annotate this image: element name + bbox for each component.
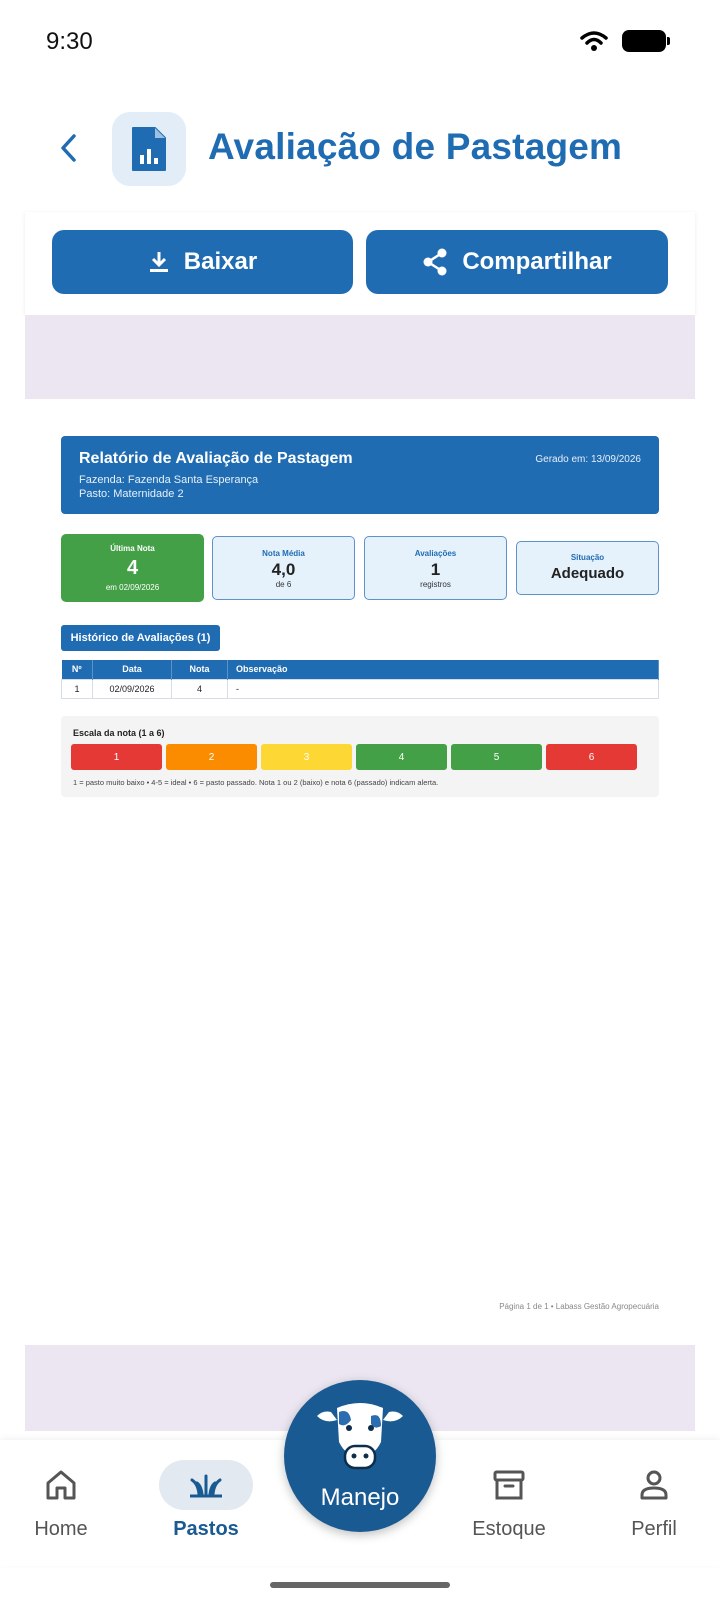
download-icon	[149, 252, 168, 272]
report-footer: Página 1 de 1 • Labass Gestão Agropecuár…	[499, 1302, 659, 1311]
nav-home[interactable]: Home	[0, 1460, 126, 1541]
nav-perfil-label: Perfil	[631, 1518, 677, 1540]
cell-observation: -	[227, 678, 659, 699]
archive-box-icon	[493, 1470, 525, 1500]
nav-estoque-label: Estoque	[472, 1518, 546, 1540]
share-icon	[423, 248, 447, 276]
back-button[interactable]	[50, 128, 86, 168]
stat-count-sub: registros	[420, 580, 451, 589]
report-file-icon	[132, 127, 166, 171]
report-pasture: Pasto: Maternidade 2	[79, 488, 184, 500]
person-icon	[640, 1470, 668, 1500]
wifi-icon	[580, 31, 608, 51]
stat-status-label: Situação	[570, 553, 605, 562]
status-time: 9:30	[46, 28, 93, 55]
scale-cell-6: 6	[546, 744, 637, 770]
manejo-button[interactable]: Manejo	[284, 1380, 436, 1532]
score-scale: Escala da nota (1 a 6) 123456 1 = pasto …	[61, 716, 659, 797]
stat-average-value: 4,0	[271, 560, 296, 579]
nav-home-label: Home	[34, 1518, 88, 1540]
scale-cell-1: 1	[71, 744, 162, 770]
stat-average: Nota Média 4,0 de 6	[212, 536, 355, 600]
stat-count-label: Avaliações	[414, 549, 457, 558]
battery-icon	[622, 30, 670, 52]
home-icon	[46, 1470, 76, 1500]
manejo-label: Manejo	[320, 1484, 400, 1511]
nav-perfil[interactable]: Perfil	[589, 1460, 719, 1541]
table-header-row: Nº Data Nota Observação	[61, 660, 659, 679]
stat-status: Situação Adequado	[516, 541, 659, 595]
stat-last-sub: em 02/09/2026	[105, 583, 160, 592]
grass-icon	[190, 1474, 222, 1498]
report-title: Relatório de Avaliação de Pastagem	[79, 450, 353, 467]
cell-number: 1	[61, 678, 93, 699]
report-badge	[112, 112, 186, 186]
col-header-score: Nota	[171, 660, 228, 679]
stat-last-score: Última Nota 4 em 02/09/2026	[61, 534, 204, 602]
download-button[interactable]: Baixar	[52, 230, 353, 294]
pdf-viewer-top-band	[25, 315, 695, 399]
status-icons	[580, 30, 670, 52]
nav-pastos[interactable]: Pastos	[141, 1460, 271, 1541]
scale-cell-3: 3	[261, 744, 352, 770]
scale-cell-2: 2	[166, 744, 257, 770]
report-header: Relatório de Avaliação de Pastagem Gerad…	[61, 436, 659, 514]
cell-score: 4	[171, 678, 228, 699]
scale-cell-4: 4	[356, 744, 447, 770]
nav-pastos-label: Pastos	[173, 1518, 239, 1540]
stat-last-value: 4	[126, 557, 139, 579]
history-title: Histórico de Avaliações (1)	[61, 625, 220, 651]
nav-estoque[interactable]: Estoque	[444, 1460, 574, 1541]
col-header-observation: Observação	[227, 660, 659, 679]
history-table: Nº Data Nota Observação 1 02/09/2026 4 -	[61, 660, 659, 699]
chevron-left-icon	[61, 134, 76, 162]
report-generated-date: Gerado em: 13/09/2026	[535, 454, 641, 465]
stat-average-sub: de 6	[275, 580, 292, 589]
report-farm: Fazenda: Fazenda Santa Esperança	[79, 474, 259, 486]
col-header-number: Nº	[61, 660, 93, 679]
home-indicator[interactable]	[270, 1582, 450, 1588]
scale-note: 1 = pasto muito baixo • 4-5 = ideal • 6 …	[73, 778, 439, 787]
stat-count: Avaliações 1 registros	[364, 536, 507, 600]
scale-cell-5: 5	[451, 744, 542, 770]
scale-title: Escala da nota (1 a 6)	[73, 728, 165, 738]
cow-icon	[317, 1403, 403, 1470]
stat-average-label: Nota Média	[262, 549, 305, 558]
share-button[interactable]: Compartilhar	[366, 230, 668, 294]
stat-status-value: Adequado	[550, 565, 625, 582]
stat-last-label: Última Nota	[110, 544, 155, 553]
cell-date: 02/09/2026	[92, 678, 172, 699]
table-row: 1 02/09/2026 4 -	[61, 678, 659, 699]
stat-count-value: 1	[430, 560, 441, 579]
col-header-date: Data	[92, 660, 172, 679]
download-label: Baixar	[183, 248, 258, 275]
share-label: Compartilhar	[462, 248, 612, 275]
page-title: Avaliação de Pastagem	[208, 126, 623, 167]
